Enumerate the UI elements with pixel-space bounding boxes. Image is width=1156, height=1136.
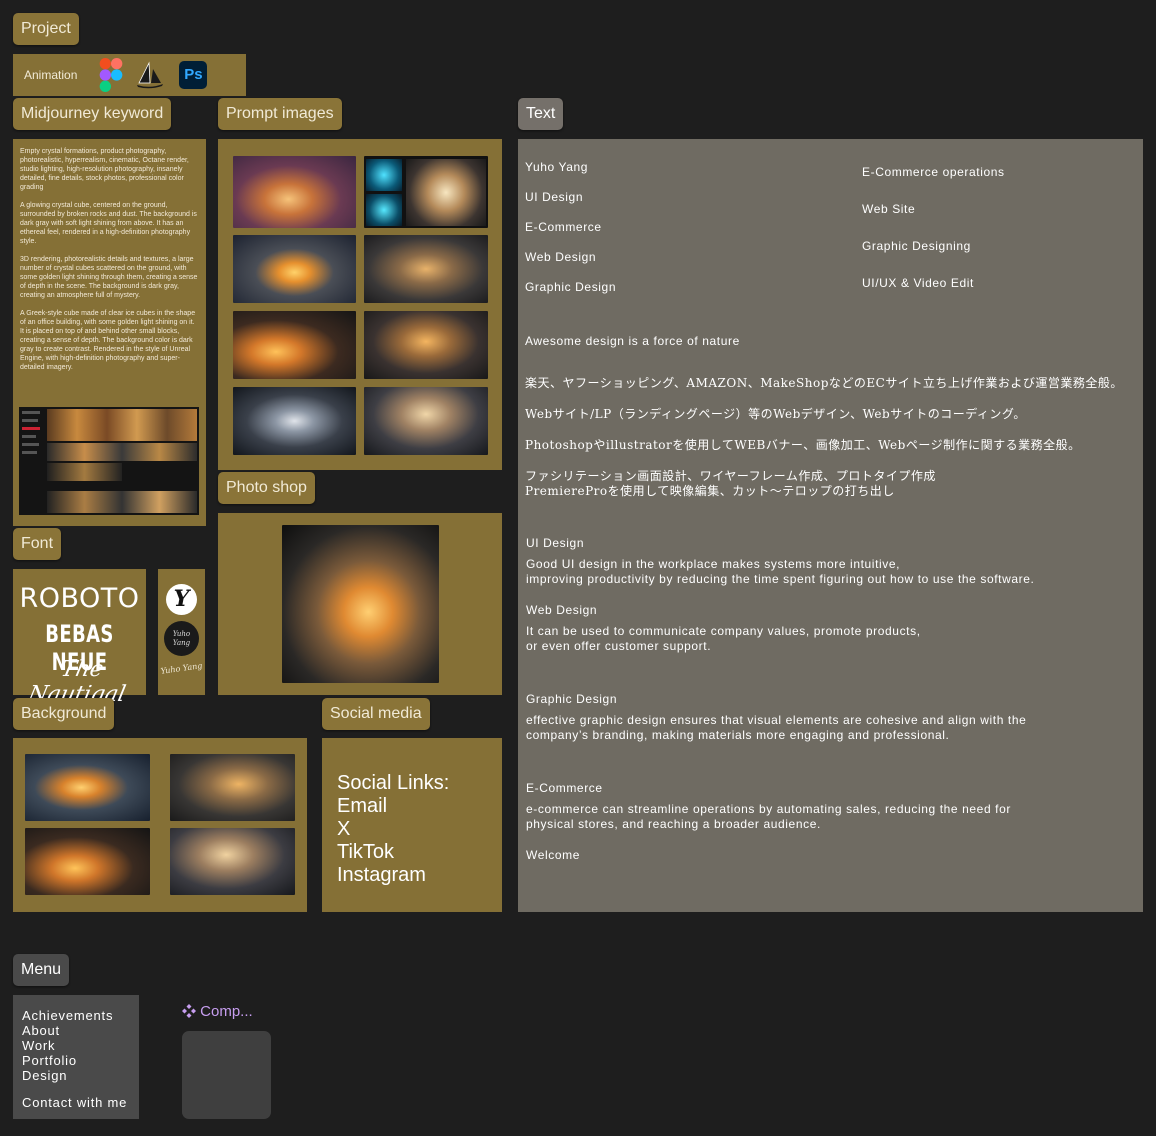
jp-description: Photoshopやillustratorを使用してWEBバナー、画像加工、We…	[525, 438, 1081, 452]
section-line: Good UI design in the workplace makes sy…	[526, 557, 901, 571]
background-image	[170, 828, 295, 895]
crystal-cube-grid-image	[364, 156, 488, 228]
golden-cubes-image	[233, 311, 356, 379]
figma-icon[interactable]	[99, 58, 123, 92]
keyword-paragraph: A Greek-style cube made of clear ice cub…	[20, 310, 196, 371]
jp-description: 楽天、ヤフーショッピング、AMAZON、MakeShopなどのECサイト立ち上げ…	[525, 376, 1123, 390]
text-service: Graphic Designing	[862, 239, 971, 253]
cube-field-image	[364, 311, 488, 379]
social-media-tag[interactable]: Social media	[322, 698, 430, 730]
signature: Yuho Yang	[160, 661, 203, 676]
text-panel: Yuho Yang UI Design E-Commerce Web Desig…	[518, 139, 1143, 912]
keyword-panel: Empty crystal formations, product photog…	[13, 139, 206, 526]
keyword-paragraph: A glowing crystal cube, centered on the …	[20, 202, 197, 245]
social-link-email[interactable]: Email	[337, 795, 502, 818]
menu-item-work[interactable]: Work	[22, 1038, 139, 1053]
logo-circle: Yuho Yang	[164, 621, 199, 656]
screenshot-thumb-row	[47, 463, 122, 481]
section-line: or even offer customer support.	[526, 639, 712, 653]
animation-label: Animation	[24, 68, 78, 82]
cube-building-image	[364, 387, 488, 455]
component-frame[interactable]	[182, 1031, 271, 1119]
prompt-images-tag[interactable]: Prompt images	[218, 98, 342, 130]
menu-item-about[interactable]: About	[22, 1023, 139, 1038]
menu-item-portfolio[interactable]: Portfolio	[22, 1053, 139, 1068]
text-service: E-Commerce operations	[862, 165, 1005, 179]
section-title-ui: UI Design	[526, 536, 585, 550]
section-title-ecommerce: E-Commerce	[526, 781, 603, 795]
screenshot-sidebar	[22, 411, 44, 511]
background-image	[25, 828, 150, 895]
crystal-formation-image	[233, 156, 356, 228]
component-label: Comp...	[200, 1003, 253, 1020]
logo-y-icon: Y	[166, 584, 197, 615]
background-panel	[13, 738, 307, 912]
photoshop-panel	[218, 513, 502, 695]
photoshop-icon[interactable]: Ps	[179, 61, 208, 89]
text-name: Yuho Yang	[525, 160, 589, 174]
social-link-instagram[interactable]: Instagram	[337, 864, 502, 887]
menu-item-achievements[interactable]: Achievements	[22, 1008, 139, 1023]
font-panel: ROBOTO BEBAS NEUE The Nautigal	[13, 569, 146, 707]
scattered-cubes-image	[364, 235, 488, 303]
section-line: e-commerce can streamline operations by …	[526, 802, 1011, 816]
keyword-paragraph: 3D rendering, photorealistic details and…	[20, 256, 198, 299]
section-title-graphic: Graphic Design	[526, 692, 618, 706]
prompt-images-panel	[218, 139, 502, 470]
text-service: UI/UX & Video Edit	[862, 276, 974, 290]
section-line: It can be used to communicate company va…	[526, 624, 921, 638]
text-service: Web Site	[862, 202, 916, 216]
midjourney-screenshot	[19, 407, 199, 515]
text-skill: E-Commerce	[525, 220, 602, 234]
background-image	[170, 754, 295, 821]
menu-item-contact[interactable]: Contact with me	[22, 1095, 139, 1110]
text-skill: Web Design	[525, 250, 597, 264]
screenshot-thumb-row	[47, 409, 197, 441]
midjourney-icon[interactable]	[135, 61, 165, 89]
section-line: company’s branding, making materials mor…	[526, 728, 950, 742]
jp-description: Webサイト/LP（ランディングページ）等のWebデザイン、Webサイトのコーデ…	[525, 407, 1026, 421]
section-title-web: Web Design	[526, 603, 598, 617]
roboto-sample: ROBOTO	[19, 583, 140, 614]
ice-cube-image	[233, 387, 356, 455]
background-image	[25, 754, 150, 821]
section-line: physical stores, and reaching a broader …	[526, 817, 821, 831]
photoshop-tag[interactable]: Photo shop	[218, 472, 315, 504]
screenshot-thumb-row	[47, 491, 197, 513]
social-link-x[interactable]: X	[337, 818, 502, 841]
menu-item-design[interactable]: Design	[22, 1068, 139, 1083]
project-tag[interactable]: Project	[13, 13, 79, 45]
menu-tag[interactable]: Menu	[13, 954, 70, 986]
text-tag[interactable]: Text	[518, 98, 564, 130]
logo-panel: Y Yuho Yang Yuho Yang	[158, 569, 205, 695]
font-tag[interactable]: Font	[13, 528, 62, 560]
text-skill: UI Design	[525, 190, 584, 204]
component-icon	[182, 1004, 196, 1022]
section-line: improving productivity by reducing the t…	[526, 572, 1035, 586]
glowing-cube-image	[233, 235, 356, 303]
social-link-tiktok[interactable]: TikTok	[337, 841, 502, 864]
menu-panel: Achievements About Work Portfolio Design…	[13, 995, 139, 1119]
social-title: Social Links:	[337, 772, 450, 794]
jp-description: PremiereProを使用して映像編集、カット〜テロップの打ち出し	[525, 484, 895, 498]
background-tag[interactable]: Background	[13, 698, 115, 730]
welcome-text: Welcome	[526, 848, 580, 862]
component-label-row[interactable]: Comp...	[182, 1003, 253, 1022]
tagline: Awesome design is a force of nature	[525, 334, 740, 348]
screenshot-thumb-row	[47, 443, 197, 461]
photoshop-cube-image	[282, 525, 439, 683]
midjourney-keyword-tag[interactable]: Midjourney keyword	[13, 98, 172, 130]
tools-bar: Animation Ps	[13, 54, 246, 96]
social-panel: Social Links: Email X TikTok Instagram	[322, 738, 502, 912]
section-line: effective graphic design ensures that vi…	[526, 713, 1027, 727]
text-skill: Graphic Design	[525, 280, 617, 294]
keyword-paragraph: Empty crystal formations, product photog…	[20, 148, 189, 191]
